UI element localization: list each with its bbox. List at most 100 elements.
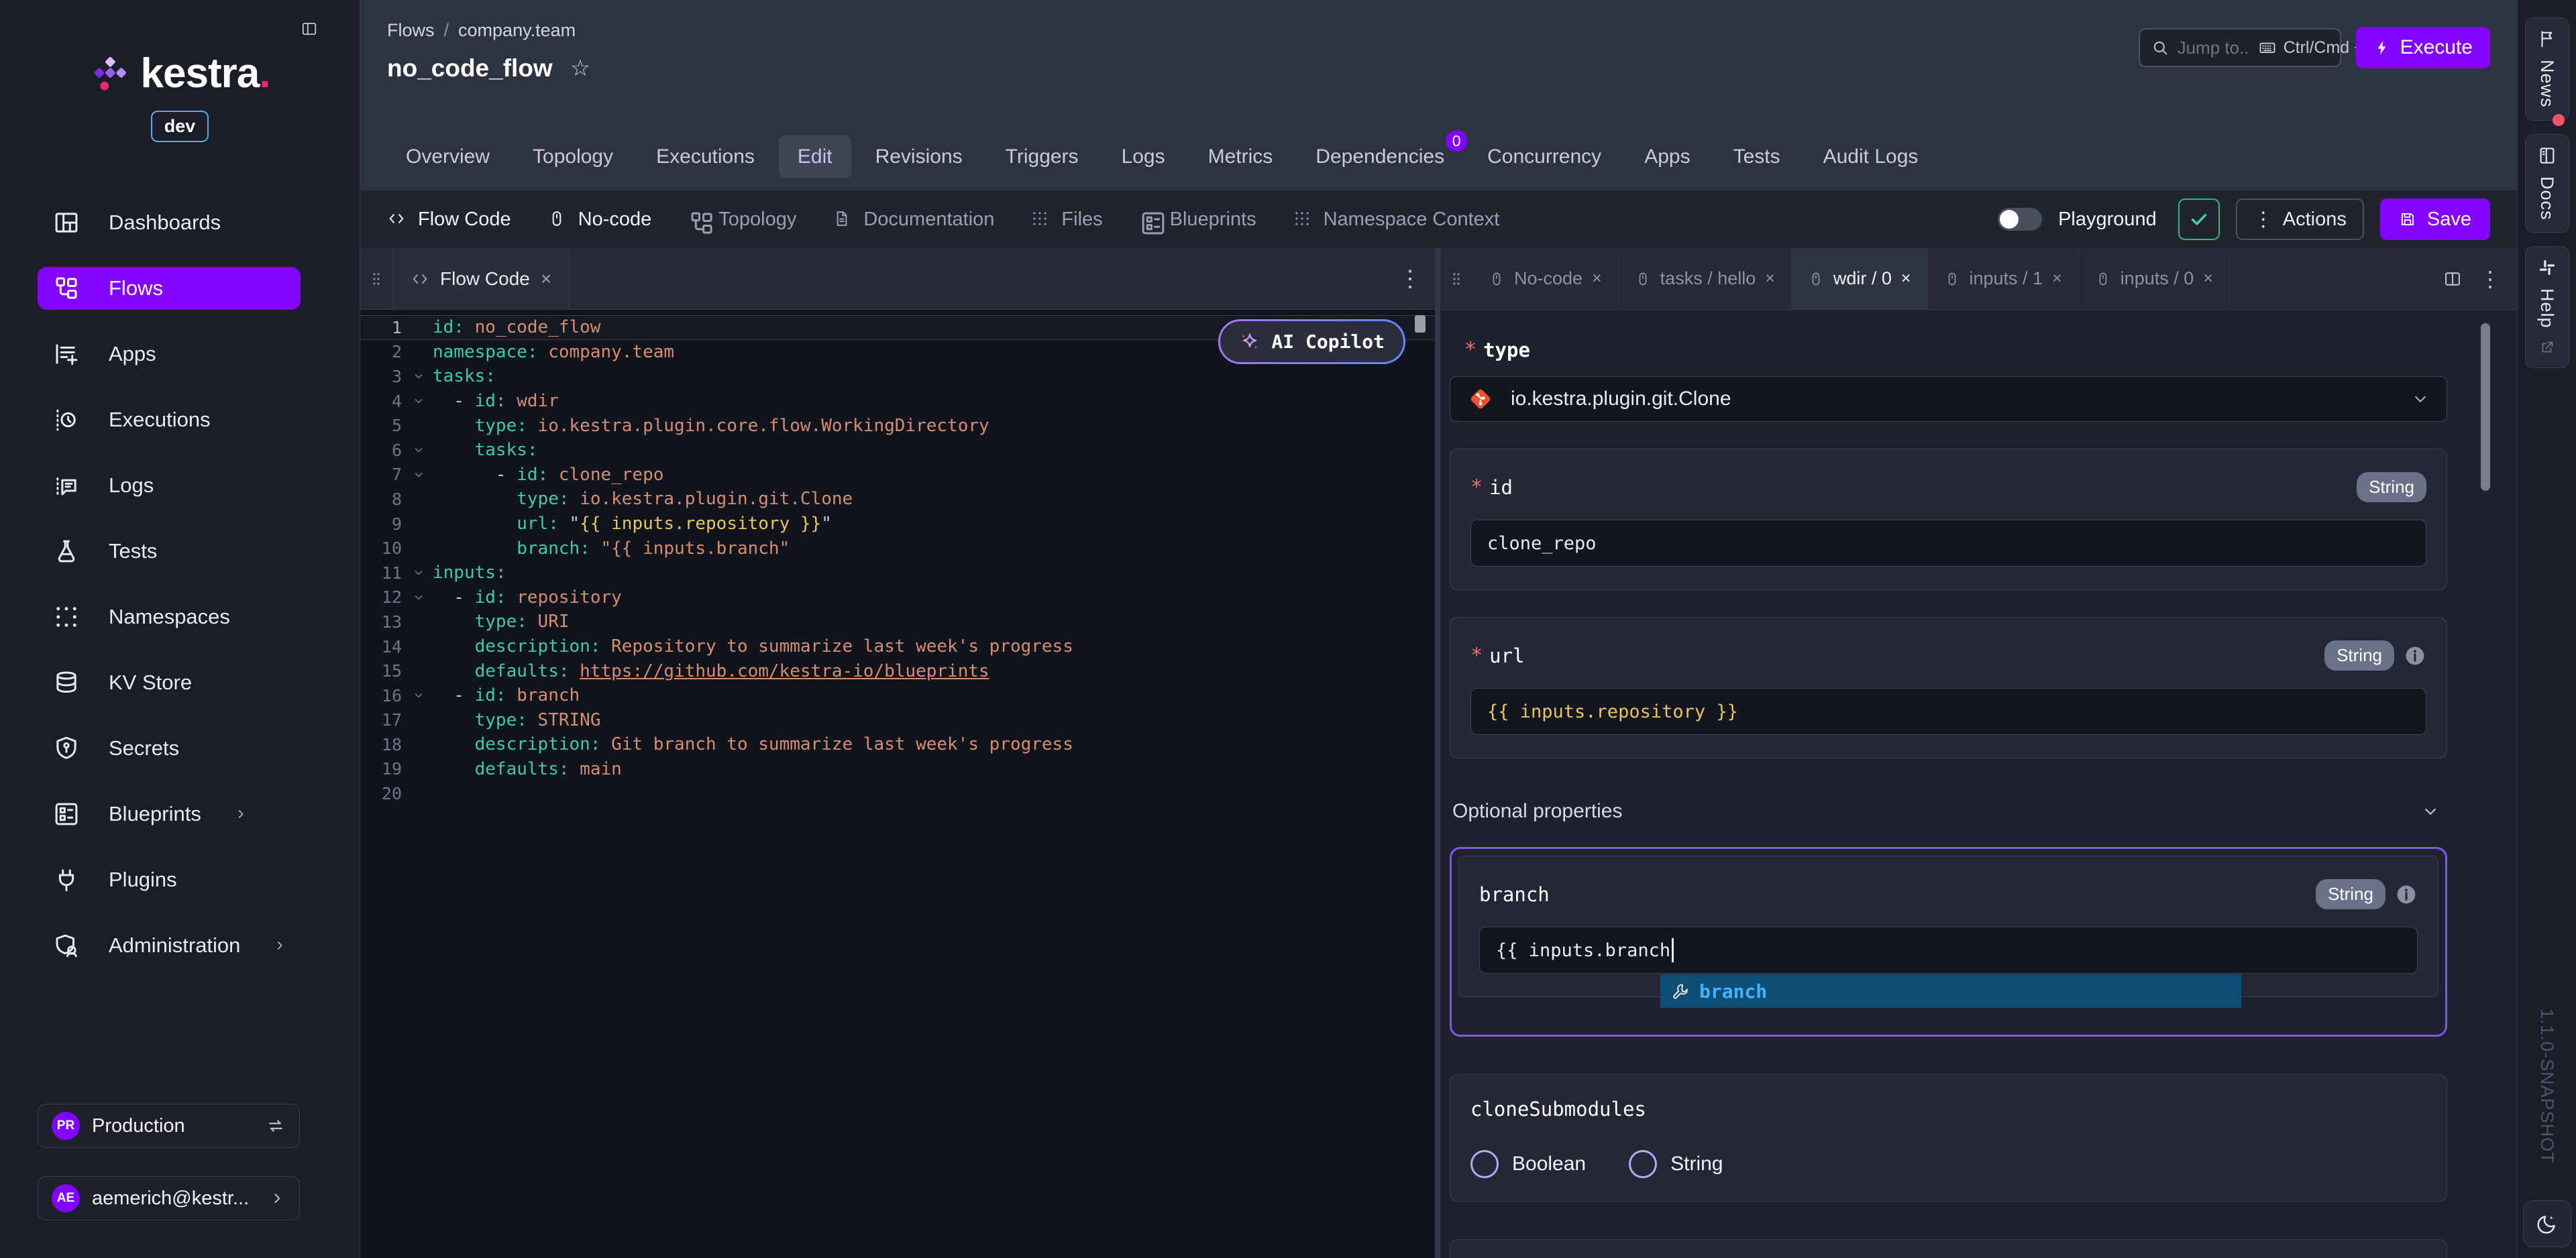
tenant-switcher[interactable]: PR Production (38, 1104, 300, 1148)
toolbar-item-blueprints[interactable]: Blueprints (1139, 209, 1256, 231)
tab-metrics[interactable]: Metrics (1189, 135, 1292, 178)
kestra-logo[interactable]: kestra. (0, 50, 360, 97)
sidebar-item-administration[interactable]: Administration (38, 924, 301, 967)
tab-overview[interactable]: Overview (387, 135, 508, 178)
code-line-4: 4 - id: wdir (360, 389, 1435, 414)
close-icon[interactable]: × (541, 268, 551, 290)
type-field-label: type (1483, 339, 1530, 361)
sidebar-item-executions[interactable]: Executions (38, 398, 301, 441)
tab-concurrency[interactable]: Concurrency (1468, 135, 1620, 178)
tab-dependencies[interactable]: Dependencies0 (1297, 135, 1463, 178)
tab-executions[interactable]: Executions (637, 135, 773, 178)
required-asterisk: * (1470, 475, 1483, 499)
radio-string[interactable]: String (1629, 1150, 1723, 1178)
toolbar-item-topology[interactable]: Topology (688, 209, 796, 231)
rail-tab-docs[interactable]: Docs (2525, 134, 2569, 233)
fold-chevron-icon[interactable] (405, 468, 433, 481)
rail-tab-news[interactable]: News (2525, 17, 2569, 121)
sidebar-item-blueprints[interactable]: Blueprints (38, 793, 301, 836)
toolbar-item-flow-code[interactable]: Flow Code (387, 209, 511, 231)
sidebar-item-plugins[interactable]: Plugins (38, 858, 301, 901)
fold-chevron-icon[interactable] (405, 591, 433, 604)
yaml-editor[interactable]: 1id: no_code_flow2namespace: company.tea… (360, 310, 1435, 1258)
tab-revisions[interactable]: Revisions (857, 135, 981, 178)
nocode-tab-wdir-0[interactable]: wdir / 0× (1792, 248, 1928, 309)
close-icon[interactable]: × (2052, 269, 2062, 288)
jump-to-search[interactable]: Ctrl/Cmd + K (2139, 28, 2341, 67)
validate-button[interactable] (2178, 198, 2220, 240)
code-text: type: io.kestra.plugin.core.flow.Working… (433, 416, 989, 436)
code-line-5: 5 type: io.kestra.plugin.core.flow.Worki… (360, 413, 1435, 438)
code-icon (387, 209, 407, 229)
nocode-menu-icon[interactable]: ⋮ (2479, 266, 2501, 292)
sidebar-item-apps[interactable]: Apps (38, 333, 301, 376)
tab-audit-logs[interactable]: Audit Logs (1805, 135, 1937, 178)
rail-tab-help[interactable]: Help (2525, 246, 2569, 368)
ai-copilot-button[interactable]: AI Copilot (1218, 319, 1405, 364)
tab-topology[interactable]: Topology (514, 135, 632, 178)
favorite-star-icon[interactable]: ☆ (570, 55, 590, 82)
tab-apps[interactable]: Apps (1625, 135, 1709, 178)
toolbar-item-documentation[interactable]: Documentation (833, 209, 994, 231)
administration-icon (52, 931, 80, 960)
drag-handle-icon[interactable] (1440, 271, 1472, 287)
tab-logs[interactable]: Logs (1103, 135, 1184, 178)
sidebar-item-dashboards[interactable]: Dashboards (38, 201, 301, 244)
nocode-tab-inputs-1[interactable]: inputs / 1× (1928, 248, 2079, 309)
nocode-tab-inputs-0[interactable]: inputs / 0× (2079, 248, 2230, 309)
toolbar-item-label: Namespace Context (1324, 209, 1500, 231)
radio-boolean[interactable]: Boolean (1470, 1150, 1586, 1178)
optional-properties-header[interactable]: Optional properties (1450, 800, 2447, 823)
close-icon[interactable]: × (2203, 269, 2213, 288)
sidebar-item-tests[interactable]: Tests (38, 530, 301, 573)
nocode-tab-no-code[interactable]: No-code× (1472, 248, 1619, 309)
fold-chevron-icon[interactable] (405, 369, 433, 383)
playground-toggle[interactable] (1998, 208, 2042, 231)
breadcrumb-namespace[interactable]: company.team (458, 20, 576, 41)
sidebar-item-kv-store[interactable]: KV Store (38, 661, 301, 704)
breadcrumb-flows[interactable]: Flows (387, 20, 435, 41)
sidebar-item-logs[interactable]: Logs (38, 464, 301, 507)
clone-submodules-label: cloneSubmodules (1470, 1098, 1646, 1121)
sidebar-item-secrets[interactable]: Secrets (38, 727, 301, 770)
info-icon[interactable] (2404, 644, 2426, 667)
toolbar-item-namespace-context[interactable]: Namespace Context (1293, 209, 1500, 231)
info-icon[interactable] (2395, 883, 2418, 906)
toolbar-item-files[interactable]: Files (1030, 209, 1102, 231)
close-icon[interactable]: × (1592, 269, 1602, 288)
execute-button[interactable]: Execute (2356, 27, 2490, 68)
sidebar-item-flows[interactable]: Flows (38, 267, 301, 310)
drag-handle-icon[interactable] (360, 271, 392, 287)
save-button[interactable]: Save (2380, 198, 2490, 240)
id-input[interactable]: clone_repo (1470, 520, 2426, 567)
user-menu[interactable]: AE aemerich@kestr... (38, 1176, 300, 1220)
fold-chevron-icon[interactable] (405, 689, 433, 702)
toolbar-item-no-code[interactable]: No-code (547, 209, 652, 231)
tab-triggers[interactable]: Triggers (987, 135, 1097, 178)
fold-chevron-icon[interactable] (405, 394, 433, 408)
split-view-icon[interactable] (2443, 270, 2462, 288)
actions-button[interactable]: ⋮ Actions (2236, 198, 2364, 240)
line-number: 10 (360, 538, 405, 558)
close-icon[interactable]: × (1765, 269, 1775, 288)
nocode-tab-tasks-hello[interactable]: tasks / hello× (1619, 248, 1792, 309)
tab-flow-code[interactable]: Flow Code × (392, 248, 570, 309)
nocode-scrollbar[interactable] (2481, 323, 2490, 491)
sidebar-item-namespaces[interactable]: Namespaces (38, 595, 301, 638)
tab-edit[interactable]: Edit (779, 135, 851, 178)
tab-label: Audit Logs (1823, 146, 1919, 168)
editor-scrollbar[interactable] (1415, 315, 1426, 333)
type-select[interactable]: io.kestra.plugin.git.Clone (1450, 376, 2447, 422)
code-panel-menu-icon[interactable]: ⋮ (1399, 266, 1435, 292)
branch-input[interactable]: {{ inputs.branch (1479, 927, 2418, 974)
dark-mode-toggle[interactable] (2523, 1200, 2571, 1247)
fold-chevron-icon[interactable] (405, 443, 433, 457)
url-input[interactable]: {{ inputs.repository }} (1470, 688, 2426, 735)
fold-chevron-icon[interactable] (405, 566, 433, 579)
close-icon[interactable]: × (1901, 269, 1911, 288)
autocomplete-suggestion[interactable]: branch (1660, 974, 2241, 1008)
search-input[interactable] (2178, 38, 2250, 58)
panel-splitter[interactable] (1435, 248, 1440, 1258)
tab-tests[interactable]: Tests (1715, 135, 1799, 178)
sidebar-collapse-icon[interactable] (301, 20, 318, 38)
